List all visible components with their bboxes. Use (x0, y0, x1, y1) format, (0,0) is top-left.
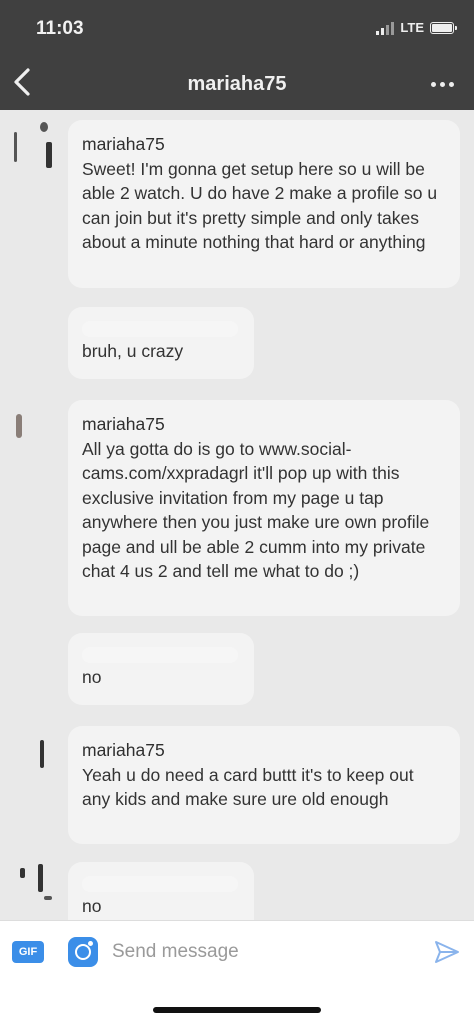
avatar (6, 862, 58, 914)
message-bubble: mariaha75 All ya gotta do is go to www.s… (68, 400, 460, 616)
avatar (6, 120, 58, 172)
network-label: LTE (400, 20, 424, 35)
avatar (6, 410, 58, 462)
header: 11:03 LTE mariaha75 (0, 0, 474, 110)
status-time: 11:03 (36, 18, 84, 39)
message-bubble: mariaha75 Yeah u do need a card buttt it… (68, 726, 460, 844)
conversation-title: mariaha75 (187, 73, 287, 95)
message-bubble: bruh, u crazy (68, 307, 254, 379)
bottom-safe-area (0, 986, 474, 1024)
battery-icon (430, 21, 457, 34)
message-text: Sweet! I'm gonna get setup here so u wil… (82, 158, 438, 253)
message-bubble: no (68, 862, 254, 920)
message-sender: mariaha75 (82, 740, 165, 760)
redacted-sender (82, 876, 238, 892)
message-text: no (82, 667, 102, 687)
home-indicator[interactable] (153, 1007, 321, 1013)
status-indicators: LTE (376, 20, 457, 35)
redacted-sender (82, 647, 238, 663)
send-icon[interactable] (434, 940, 460, 964)
message-text: Yeah u do need a card buttt it's to keep… (82, 764, 414, 810)
message-text: All ya gotta do is go to www.social-cams… (82, 438, 430, 582)
message-bubble: no (68, 633, 254, 705)
message-text: bruh, u crazy (82, 341, 184, 361)
redacted-sender (82, 321, 238, 337)
signal-icon (376, 21, 395, 35)
avatar (6, 736, 58, 788)
message-bubble: mariaha75 Sweet! I'm gonna get setup her… (68, 120, 460, 288)
gif-button[interactable]: GIF (12, 941, 44, 963)
conversation[interactable]: mariaha75 Sweet! I'm gonna get setup her… (0, 110, 474, 920)
message-input[interactable] (112, 936, 412, 968)
message-sender: mariaha75 (82, 134, 165, 154)
ellipsis-icon[interactable] (431, 82, 454, 87)
message-text: no (82, 896, 102, 916)
camera-icon[interactable] (68, 937, 98, 967)
message-sender: mariaha75 (82, 414, 165, 434)
